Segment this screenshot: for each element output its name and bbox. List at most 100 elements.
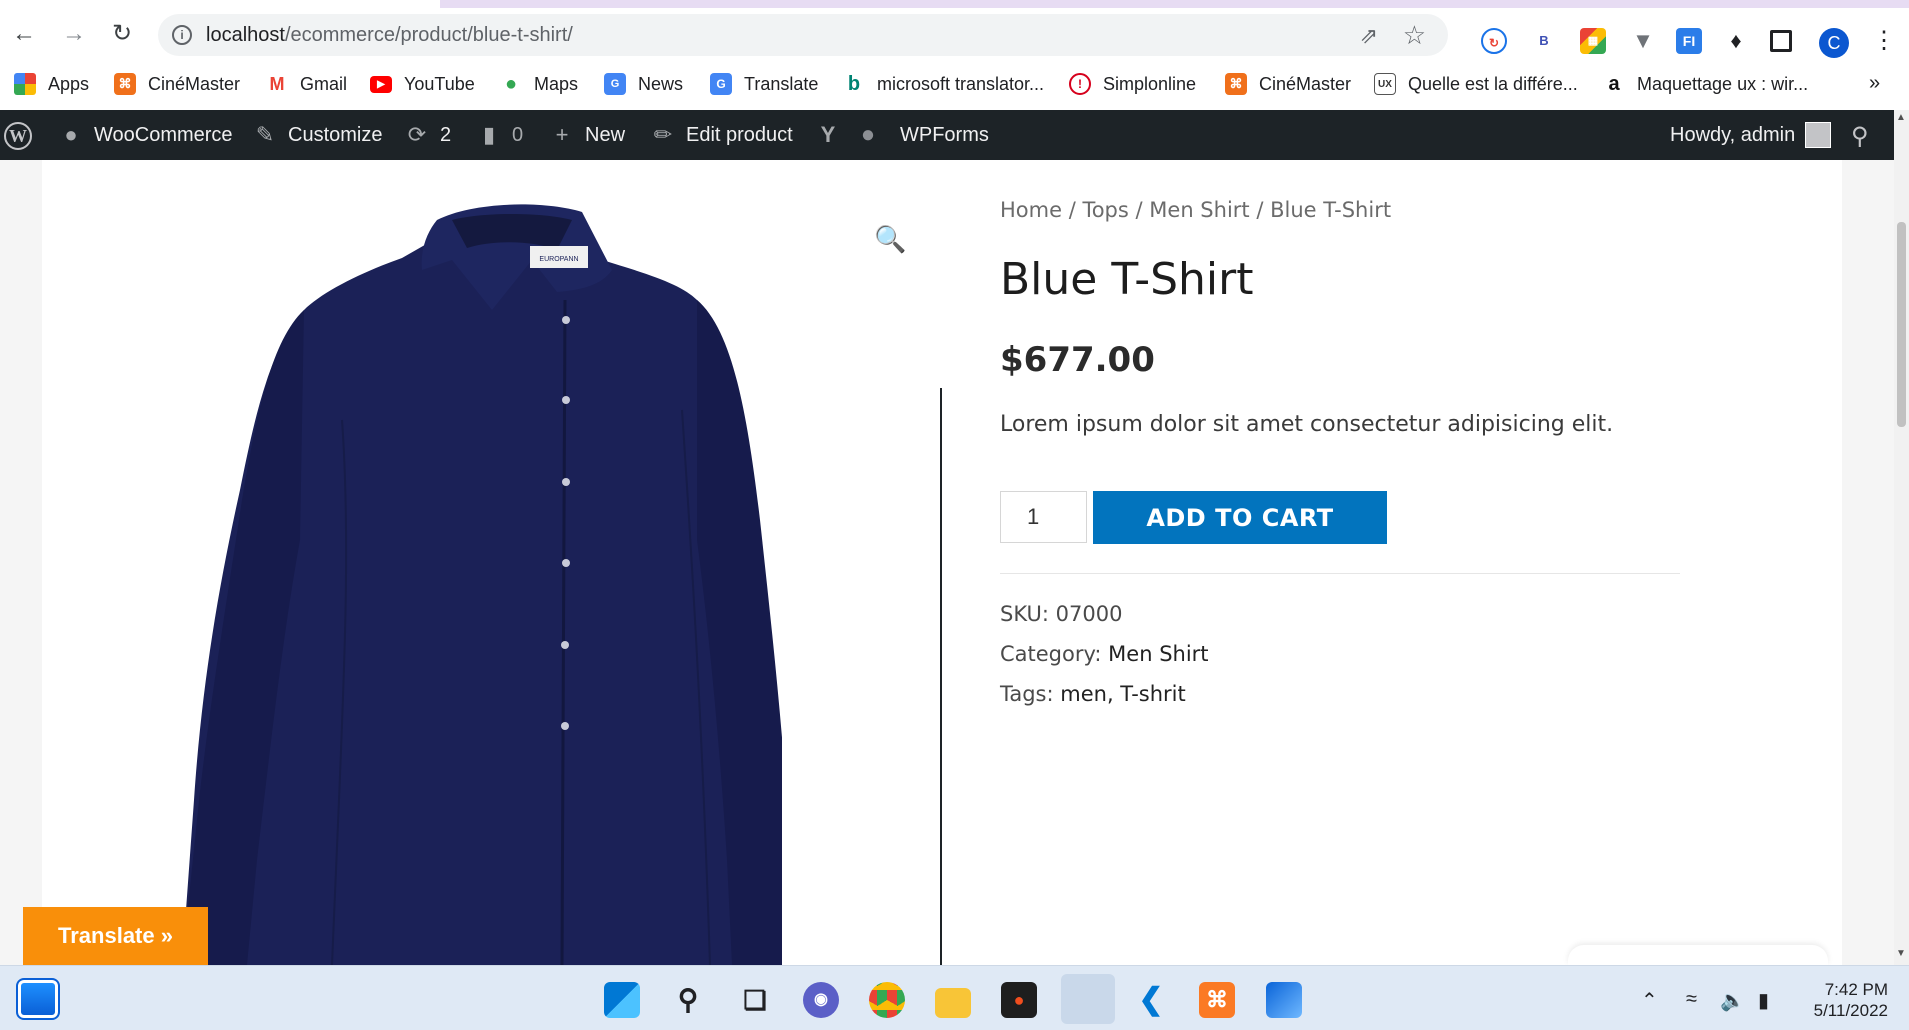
start-icon[interactable] <box>604 982 640 1018</box>
bookmark-item[interactable]: Apps <box>14 72 89 96</box>
bookmark-item[interactable]: ⌘ CinéMaster <box>1225 72 1351 96</box>
adminbar-edit-product[interactable]: ✏ Edit product <box>650 122 793 148</box>
xampp-icon[interactable]: ⌘ <box>1199 982 1235 1018</box>
extensions-puzzle-icon[interactable]: ♦ <box>1723 28 1749 54</box>
bookmark-item[interactable]: ! Simplonline <box>1069 72 1196 96</box>
adminbar-account[interactable]: Howdy, admin <box>1670 122 1832 148</box>
url-path: /ecommerce/product/blue-t-shirt/ <box>284 24 573 46</box>
quantity-input[interactable] <box>1000 491 1087 543</box>
shirt-button <box>562 396 570 404</box>
system-clock[interactable]: 7:42 PM 5/11/2022 <box>1800 979 1888 1021</box>
search-icon[interactable]: ⚲ <box>1851 122 1869 151</box>
scroll-thumb[interactable] <box>1897 222 1906 427</box>
back-arrow-icon[interactable]: ← <box>12 22 36 46</box>
adminbar-new[interactable]: + New <box>549 122 625 148</box>
adminbar-woocommerce[interactable]: ● WooCommerce <box>58 122 232 148</box>
bookmark-item[interactable]: G Translate <box>710 72 818 96</box>
chrome-menu-icon[interactable]: ⋮ <box>1872 28 1896 54</box>
clock-date: 5/11/2022 <box>1813 1001 1888 1020</box>
scroll-up-arrow-icon[interactable]: ▲ <box>1896 112 1906 123</box>
file-explorer-icon[interactable] <box>935 988 971 1018</box>
adminbar-updates[interactable]: ⟳ 2 <box>404 122 451 148</box>
adminbar-customize[interactable]: ✎ Customize <box>252 122 383 148</box>
shirt-button <box>562 316 570 324</box>
breadcrumb: Home / Tops / Men Shirt / Blue T-Shirt <box>1000 198 1392 222</box>
bookmark-star-icon[interactable]: ☆ <box>1403 20 1426 51</box>
task-view-icon[interactable]: ❏ <box>737 982 773 1018</box>
speaker-icon[interactable]: 🔈 <box>1720 988 1745 1013</box>
side-panel-icon[interactable] <box>1770 30 1792 52</box>
gmail-icon: M <box>266 73 288 95</box>
chrome-profile-icon[interactable] <box>1061 974 1115 1024</box>
address-bar[interactable]: i localhost/ecommerce/product/blue-t-shi… <box>158 14 1448 56</box>
figma-icon[interactable]: ● <box>1001 982 1037 1018</box>
breadcrumb-tops[interactable]: Tops <box>1082 198 1128 222</box>
bookmarks-overflow-button[interactable]: » <box>1869 72 1880 95</box>
extension-b-icon[interactable]: B <box>1531 28 1557 54</box>
chat-widget-tab[interactable] <box>1568 945 1828 965</box>
product-image[interactable]: EUROPANN <box>42 160 782 965</box>
bookmark-item[interactable]: M Gmail <box>266 72 347 96</box>
page-scrollbar[interactable]: ▲ ▼ <box>1894 110 1909 965</box>
comment-bubble-icon: ▮ <box>482 122 496 147</box>
chrome-icon[interactable] <box>869 982 905 1018</box>
extension-v-icon[interactable]: ▼ <box>1630 28 1656 54</box>
battery-icon[interactable]: ▮ <box>1758 988 1769 1013</box>
add-to-cart-button[interactable]: ADD TO CART <box>1093 491 1387 544</box>
url-host: localhost <box>206 24 285 46</box>
bookmark-item[interactable]: a Maquettage ux : wir... <box>1603 72 1808 96</box>
breadcrumb-men-shirt[interactable]: Men Shirt <box>1149 198 1249 222</box>
wifi-icon[interactable]: ≈ <box>1686 988 1697 1011</box>
photos-icon[interactable] <box>1266 982 1302 1018</box>
bookmark-label: microsoft translator... <box>877 73 1045 94</box>
tags-links[interactable]: men, T-shrit <box>1060 682 1185 706</box>
search-icon[interactable]: ⚲ <box>670 982 706 1018</box>
vscode-icon[interactable]: ❮ <box>1133 982 1169 1018</box>
tab-strip <box>0 0 1909 8</box>
reload-icon[interactable]: ↻ <box>110 22 134 46</box>
profile-avatar[interactable]: C <box>1819 28 1849 58</box>
yoast-icon: Y <box>820 122 836 147</box>
updates-count: 2 <box>440 123 452 146</box>
breadcrumb-current: Blue T-Shirt <box>1270 198 1392 222</box>
sku-value: 07000 <box>1055 602 1123 626</box>
bookmark-item[interactable]: b microsoft translator... <box>843 72 1044 96</box>
bookmark-item[interactable]: UX Quelle est la différe... <box>1374 72 1578 96</box>
adminbar-yoast[interactable]: Y <box>815 122 851 148</box>
category-link[interactable]: Men Shirt <box>1108 642 1208 666</box>
translate-widget-button[interactable]: Translate » <box>23 907 208 965</box>
comments-count: 0 <box>512 123 524 146</box>
wordpress-logo-icon[interactable]: W <box>4 122 32 150</box>
zoom-magnifier-icon[interactable]: 🔍 <box>874 224 906 255</box>
product-sku: SKU: 07000 <box>1000 602 1122 626</box>
bookmark-label: Gmail <box>300 73 348 94</box>
adminbar-wpforms[interactable]: WPForms <box>900 122 989 148</box>
updates-icon: ⟳ <box>407 122 427 147</box>
bookmark-item[interactable]: G News <box>604 72 683 96</box>
address-url[interactable]: localhost/ecommerce/product/blue-t-shirt… <box>206 24 573 47</box>
bing-icon: b <box>843 73 865 95</box>
teams-chat-icon[interactable]: ◉ <box>803 982 839 1018</box>
bookmark-label: Quelle est la différe... <box>1408 73 1578 94</box>
share-icon[interactable]: ⇗ <box>1360 23 1378 49</box>
bookmark-item[interactable]: ▶ YouTube <box>370 72 475 96</box>
extension-colorful-icon[interactable]: ▦ <box>1580 28 1606 54</box>
extension-refresh-icon[interactable]: ↻ <box>1481 28 1507 54</box>
wp-admin-bar: W ● WooCommerce ✎ Customize ⟳ 2 ▮ 0 + New ✏ Ed… <box>0 110 1894 160</box>
tags-label: Tags: <box>1000 682 1054 706</box>
product-price: $677.00 <box>1000 340 1155 380</box>
bookmark-item[interactable]: ⌘ CinéMaster <box>114 72 240 96</box>
forward-arrow-icon[interactable]: → <box>62 22 86 46</box>
adminbar-comments[interactable]: ▮ 0 <box>476 122 523 148</box>
site-info-icon[interactable]: i <box>172 25 192 45</box>
bookmark-item[interactable]: ● Maps <box>500 72 578 96</box>
category-label: Category: <box>1000 642 1102 666</box>
product-short-description: Lorem ipsum dolor sit amet consectetur a… <box>1000 412 1614 437</box>
shirt-button <box>561 722 569 730</box>
breadcrumb-home[interactable]: Home <box>1000 198 1062 222</box>
adminbar-seo-status[interactable]: ● <box>855 122 891 148</box>
scroll-down-arrow-icon[interactable]: ▼ <box>1896 948 1906 959</box>
extension-fi-icon[interactable]: FI <box>1676 28 1702 54</box>
tray-chevron-up-icon[interactable]: ⌃ <box>1641 988 1658 1013</box>
widgets-icon[interactable] <box>16 978 60 1020</box>
